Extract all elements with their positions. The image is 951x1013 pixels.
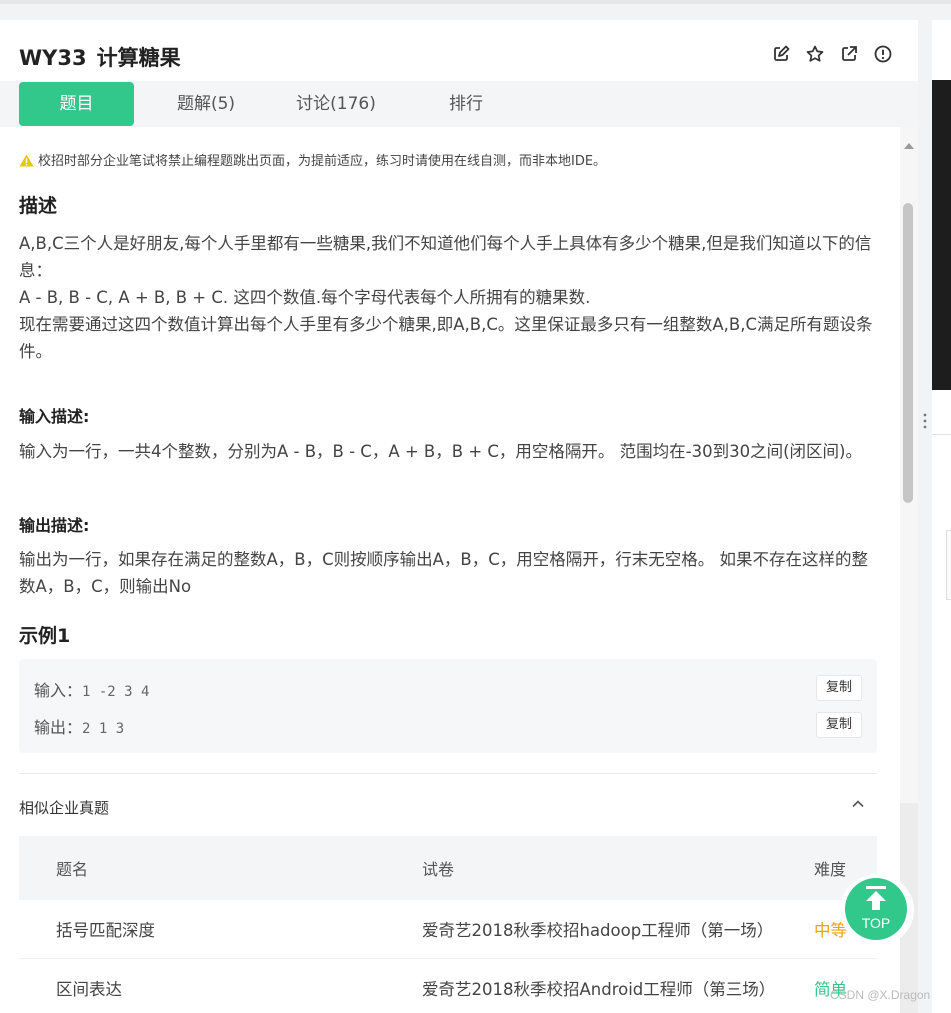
external-link-icon[interactable] [839,44,859,64]
output-desc-heading: 输出描述: [19,516,90,535]
tab-problem[interactable]: 题目 [19,82,134,126]
description-line-2: A - B, B - C, A + B, B + C. 这四个数值.每个字母代表… [19,288,591,307]
scrollbar-thumb[interactable] [903,203,913,503]
copy-output-button[interactable]: 复制 [816,712,862,738]
problem-title: 计算糖果 [96,46,181,70]
output-desc-text: 输出为一行，如果存在满足的整数A，B，C则按顺序输出A，B，C，用空格隔开，行末… [19,550,869,596]
editor-panel-edge [932,20,951,1013]
table-row[interactable]: 括号匹配深度 爱奇艺2018秋季校招hadoop工程师（第一场） 中等 [19,900,877,959]
warning-icon [19,154,34,167]
section-divider [19,773,877,774]
problem-id: WY33 [19,46,87,70]
top-strip [0,0,951,4]
description-line-1: A,B,C三个人是好朋友,每个人手里都有一些糖果,我们不知道他们每个人手上具体有… [19,234,872,280]
chevron-up-icon[interactable] [850,796,866,812]
back-to-top-label: TOP [861,915,891,931]
tab-solutions[interactable]: 题解(5) [150,82,262,126]
input-desc-text: 输入为一行，一共4个整数，分别为A - B，B - C，A + B，B + C，… [19,442,862,461]
description-line-3: 现在需要通过这四个数值计算出每个人手里有多少个糖果,即A,B,C。这里保证最多只… [19,315,873,361]
problem-card: WY33 计算糖果 题目 题解(5) 讨论(176) 排行 校招时部分企业笔试将… [0,20,918,1013]
example-input: 输入：1 -2 3 4 [34,677,149,701]
input-desc-heading: 输入描述: [19,407,90,426]
example-output-value: 2 1 3 [82,721,125,737]
arrow-up-icon [866,886,886,910]
title-actions [771,44,893,64]
tab-bar: 题目 题解(5) 讨论(176) 排行 [0,81,918,127]
example-heading: 示例1 [19,625,71,647]
description-heading: 描述 [19,195,58,217]
tab-discussion[interactable]: 讨论(176) [280,82,392,126]
row-paper: 爱奇艺2018秋季校招Android工程师（第三场） [422,980,776,999]
edit-icon[interactable] [771,44,791,64]
column-paper: 试卷 [422,860,455,879]
star-icon[interactable] [805,44,825,64]
row-name[interactable]: 区间表达 [56,976,122,1000]
column-name: 题名 [56,860,89,879]
editor-dark-area [932,80,951,390]
editor-panel-divider [932,434,951,435]
example-box: 输入：1 -2 3 4 复制 输出：2 1 3 复制 [19,659,877,753]
back-to-top-button[interactable]: TOP [840,874,914,946]
editor-input-edge [946,530,951,600]
back-to-top-circle[interactable]: TOP [845,878,907,940]
problem-content: 校招时部分企业笔试将禁止编程题跳出页面，为提前适应，练习时请使用在线自测，而非本… [0,127,900,1013]
scroll-up-arrow-icon[interactable] [903,141,915,151]
similar-section-title[interactable]: 相似企业真题 [19,797,109,818]
example-input-value: 1 -2 3 4 [82,684,150,700]
warning-notice: 校招时部分企业笔试将禁止编程题跳出页面，为提前适应，练习时请使用在线自测，而非本… [19,150,606,169]
panel-splitter-handle-icon[interactable] [922,412,928,430]
watermark: CSDN @X.Dragon [830,988,931,1002]
example-input-label: 输入： [34,681,83,700]
info-icon[interactable] [873,44,893,64]
content-scrollbar[interactable] [900,127,918,1013]
warning-text: 校招时部分企业笔试将禁止编程题跳出页面，为提前适应，练习时请使用在线自测，而非本… [38,154,607,169]
title-row: WY33 计算糖果 [19,42,918,72]
example-output: 输出：2 1 3 [34,714,124,738]
tab-ranking[interactable]: 排行 [410,82,522,126]
example-output-label: 输出： [34,718,83,737]
row-paper: 爱奇艺2018秋季校招hadoop工程师（第一场） [422,921,774,940]
copy-input-button[interactable]: 复制 [816,675,862,701]
column-difficulty: 难度 [814,860,847,879]
row-name[interactable]: 括号匹配深度 [56,917,155,941]
similar-table-header: 题名 试卷 难度 [19,836,877,900]
table-row[interactable]: 区间表达 爱奇艺2018秋季校招Android工程师（第三场） 简单 [19,959,877,1013]
